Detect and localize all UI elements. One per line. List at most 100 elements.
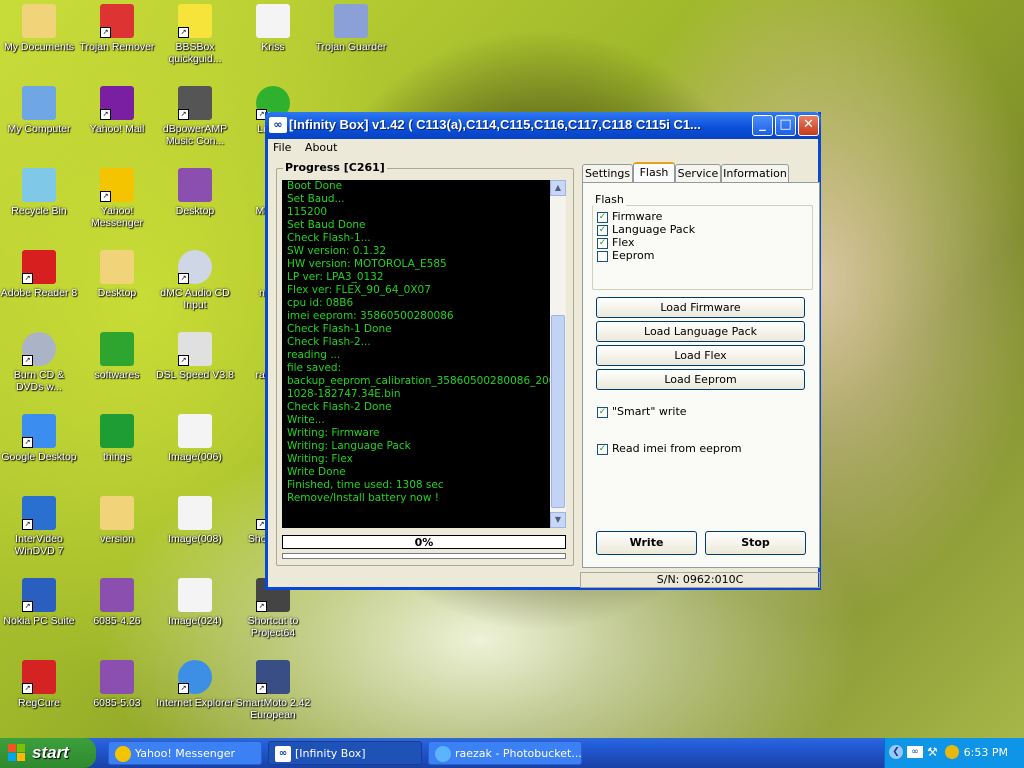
desktop-icon[interactable]: My Computer [0, 86, 78, 135]
tray-expand-icon[interactable]: ❮ [889, 745, 903, 759]
task-yahoo-messenger[interactable]: Yahoo! Messenger [108, 741, 262, 765]
desktop-icon[interactable]: My Documents [0, 4, 78, 53]
stop-button[interactable]: Stop [705, 531, 806, 555]
log-line: cpu id: 08B6 [287, 297, 354, 309]
desktop-icon[interactable]: ↗ BBSBox quickguid... [156, 4, 234, 65]
shortcut-arrow-icon: ↗ [178, 109, 189, 120]
desktop-icon[interactable]: version [78, 496, 156, 545]
desktop-icon-label: BBSBox quickguid... [168, 41, 222, 65]
task-photobucket[interactable]: raezak - Photobucket... [428, 741, 582, 765]
checkbox-firmware[interactable]: ✓ Firmware [597, 210, 662, 223]
log-scrollbar[interactable]: ▲ ▼ [550, 180, 566, 528]
menu-about[interactable]: About [300, 139, 343, 156]
desktop-icon[interactable]: Image(008) [156, 496, 234, 545]
desktop-icon[interactable]: ↗ dMC Audio CD Input [156, 250, 234, 311]
load-language-pack-button[interactable]: Load Language Pack [596, 321, 805, 342]
desktop-icon-label: Internet Explorer [156, 697, 234, 709]
load-firmware-button[interactable]: Load Firmware [596, 297, 805, 318]
menu-file[interactable]: File [268, 139, 296, 156]
desktop-icon[interactable]: Image(024) [156, 578, 234, 627]
desktop-icon[interactable]: Desktop [156, 168, 234, 217]
desktop-icon[interactable]: ↗ Burn CD & DVDs w... [0, 332, 78, 393]
checkbox-eeprom[interactable]: Eeprom [597, 249, 654, 262]
infinity-box-icon: ∞ [275, 746, 291, 762]
close-button[interactable]: ✕ [798, 115, 819, 136]
desktop-icon[interactable]: ↗ SmartMoto 2.42 European [234, 660, 312, 721]
desktop-icon[interactable]: ↗ Nokia PC Suite [0, 578, 78, 627]
desktop-icon-label: RegCure [17, 697, 61, 709]
log-line: SW version: 0.1.32 [287, 245, 387, 257]
cd-icon: ↗ [178, 250, 212, 284]
desktop-icon[interactable]: ↗ Google Desktop [0, 414, 78, 463]
desktop-icon-label: Yahoo! Messenger [91, 205, 143, 229]
check-icon: ✓ [597, 443, 608, 455]
desktop-icon[interactable]: ↗ Trojan Remover [78, 4, 156, 53]
desktop-icon[interactable]: ↗ Internet Explorer [156, 660, 234, 709]
clock[interactable]: 6:53 PM [964, 746, 1008, 759]
desktop-icon-label: 6085-4.26 [93, 615, 141, 627]
taskbar: start Yahoo! Messenger ∞ [Infinity Box] r… [0, 738, 1024, 768]
log-line: Writing: Language Pack [287, 440, 411, 452]
desktop-icon[interactable]: ↗ Yahoo! Messenger [78, 168, 156, 229]
title-bar[interactable]: ∞ [Infinity Box] v1.42 ( C113(a),C114,C1… [265, 112, 821, 139]
scroll-down-icon[interactable]: ▼ [550, 512, 566, 528]
desktop-icon[interactable]: Image(006) [156, 414, 234, 463]
infinity-box-window: ∞ [Infinity Box] v1.42 ( C113(a),C114,C1… [265, 112, 821, 590]
desktop-icon[interactable]: ↗ Yahoo! Mail [78, 86, 156, 135]
desktop-icon[interactable]: ↗ dBpowerAMP Music Con... [156, 86, 234, 147]
network-tray-icon[interactable]: ⚒ [927, 745, 938, 759]
log-line: Set Baud Done [287, 219, 366, 231]
desktop-icon[interactable]: ↗ InterVideo WinDVD 7 [0, 496, 78, 557]
load-eeprom-button[interactable]: Load Eeprom [596, 369, 805, 390]
task-infinity-box[interactable]: ∞ [Infinity Box] [268, 741, 422, 765]
log-line: Write Done [287, 466, 346, 478]
log-output[interactable]: Boot Done Set Baud... 115200 Set Baud Done C… [282, 180, 550, 528]
winrar-icon [100, 660, 134, 694]
trojan-remover-icon: ↗ [100, 4, 134, 38]
desktop-icon-label: version [100, 533, 134, 545]
desktop-icon[interactable]: ↗ RegCure [0, 660, 78, 709]
tab-service[interactable]: Service [675, 164, 721, 182]
log-line: Flex ver: FLEX_90_64_0X07 [287, 284, 431, 296]
write-button[interactable]: Write [596, 531, 697, 555]
desktop-icon[interactable]: things [78, 414, 156, 463]
windvd-icon: ↗ [22, 496, 56, 530]
desktop-icon[interactable]: 6085-4.26 [78, 578, 156, 627]
log-line: HW version: MOTOROLA_E585 [287, 258, 447, 270]
desktop-icon[interactable]: 6085-5.03 [78, 660, 156, 709]
desktop-icon[interactable]: ↗ Adobe Reader 8 [0, 250, 78, 299]
log-line: 1028-182747.34E.bin [287, 388, 401, 400]
desktop-icon[interactable]: Recycle Bin [0, 168, 78, 217]
log-line: file saved: [287, 362, 342, 374]
shortcut-arrow-icon: ↗ [178, 273, 189, 284]
tab-flash[interactable]: Flash [633, 162, 675, 183]
nokia-pc-suite-icon: ↗ [22, 578, 56, 612]
load-flex-button[interactable]: Load Flex [596, 345, 805, 366]
tab-settings[interactable]: Settings [582, 164, 633, 182]
log-line: Check Flash-1 Done [287, 323, 392, 335]
minimize-button[interactable]: _ [752, 115, 773, 136]
shortcut-arrow-icon: ↗ [178, 683, 189, 694]
checkbox-read-imei[interactable]: ✓ Read imei from eeprom [597, 442, 742, 455]
messenger-tray-icon[interactable] [945, 745, 959, 759]
checkbox-flex[interactable]: ✓ Flex [597, 236, 634, 249]
desktop-icon[interactable]: softwares [78, 332, 156, 381]
log-line: Finished, time used: 1308 sec [287, 479, 444, 491]
desktop-icon[interactable]: Kriss [234, 4, 312, 53]
shortcut-arrow-icon: ↗ [22, 683, 33, 694]
check-icon: ✓ [597, 211, 608, 223]
infinity-tray-icon[interactable]: ∞ [907, 746, 923, 758]
task-label: raezak - Photobucket... [455, 747, 582, 760]
scroll-thumb[interactable] [551, 315, 565, 508]
desktop-icon[interactable]: Trojan Guarder [312, 4, 390, 53]
desktop-icon[interactable]: ↗ DSL Speed V3.8 [156, 332, 234, 381]
start-button[interactable]: start [0, 738, 96, 768]
scroll-up-icon[interactable]: ▲ [550, 180, 566, 196]
maximize-button[interactable]: □ [775, 115, 796, 136]
checkbox-smart-write[interactable]: ✓ "Smart" write [597, 405, 687, 418]
log-line: Set Baud... [287, 193, 345, 205]
system-tray: ❮ ∞ ⚒ 6:53 PM [884, 738, 1024, 768]
desktop-icon[interactable]: Desktop [78, 250, 156, 299]
checkbox-language-pack[interactable]: ✓ Language Pack [597, 223, 695, 236]
tab-information[interactable]: Information [721, 164, 789, 182]
